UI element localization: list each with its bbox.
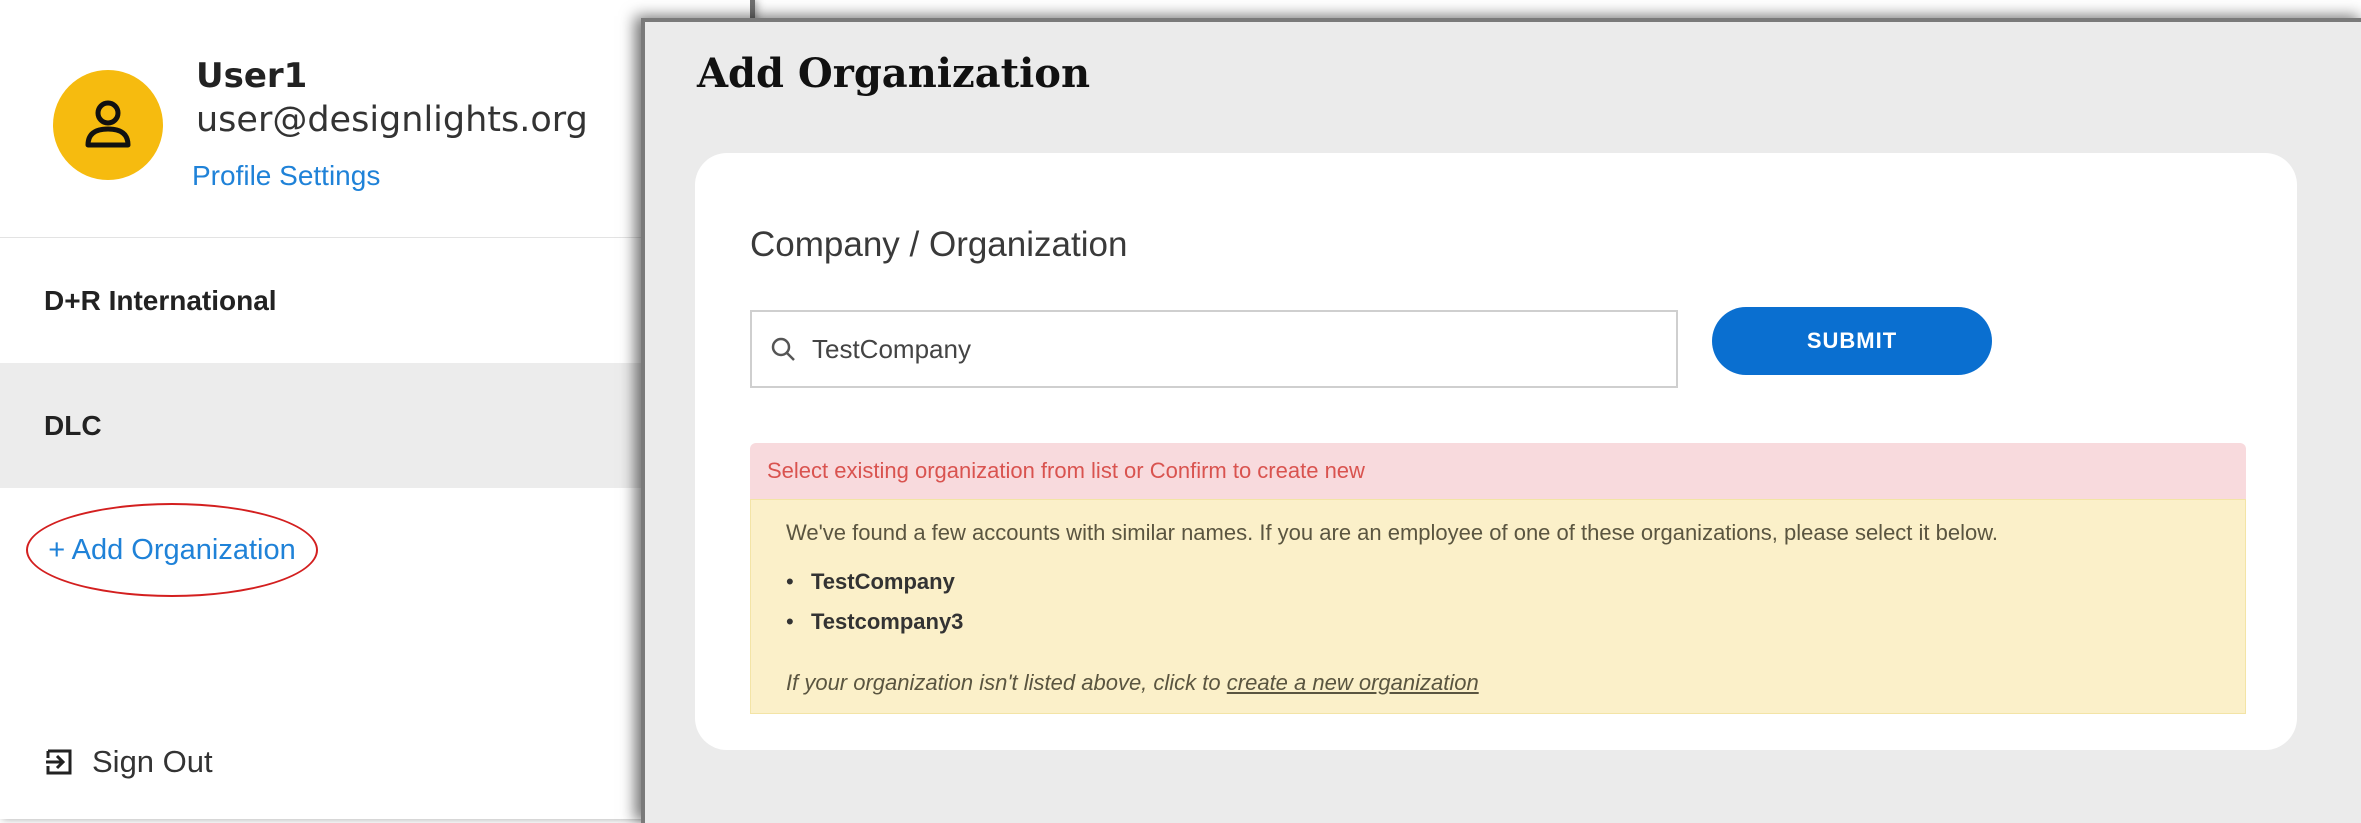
- company-search-input[interactable]: [810, 332, 1634, 366]
- error-message: Select existing organization from list o…: [767, 458, 1365, 483]
- suggestion-alert: We've found a few accounts with similar …: [750, 499, 2246, 714]
- company-field-label: Company / Organization: [750, 225, 1128, 264]
- user-email: user@designlights.org: [196, 100, 588, 140]
- suggestion-item[interactable]: • TestCompany: [786, 562, 963, 602]
- error-alert: Select existing organization from list o…: [750, 443, 2246, 499]
- sidebar-item-label: DLC: [44, 409, 102, 441]
- create-new-organization-link[interactable]: create a new organization: [1227, 670, 1479, 695]
- suggestion-item[interactable]: • Testcompany3: [786, 602, 963, 642]
- avatar: [53, 70, 163, 180]
- suggestion-label: TestCompany: [811, 569, 955, 594]
- company-search-field[interactable]: [750, 310, 1678, 388]
- user-profile-block: User1 user@designlights.org Profile Sett…: [0, 0, 750, 239]
- add-organization-label: + Add Organization: [48, 533, 296, 566]
- sidebar-item-label: D+R International: [44, 284, 277, 316]
- sign-out-icon: [46, 749, 72, 775]
- page-title: Add Organization: [697, 50, 1091, 97]
- user-icon: [85, 100, 131, 148]
- user-name: User1: [196, 56, 308, 96]
- warning-message: We've found a few accounts with similar …: [786, 520, 1999, 545]
- sign-out-label: Sign Out: [92, 744, 213, 779]
- suggestion-list: • TestCompany • Testcompany3: [786, 562, 963, 642]
- create-prefix-text: If your organization isn't listed above,…: [786, 670, 1221, 695]
- add-organization-panel: Add Organization Company / Organization …: [641, 18, 2361, 823]
- submit-button[interactable]: SUBMIT: [1712, 307, 1992, 375]
- add-organization-link[interactable]: + Add Organization: [26, 503, 318, 597]
- profile-settings-link[interactable]: Profile Settings: [192, 160, 380, 192]
- organization-form-card: Company / Organization SUBMIT Select exi…: [695, 153, 2297, 750]
- sign-out-button[interactable]: Sign Out: [44, 744, 213, 780]
- search-icon: [770, 336, 796, 362]
- sidebar-item-dr-international[interactable]: D+R International: [0, 238, 750, 363]
- create-new-line: If your organization isn't listed above,…: [786, 670, 1479, 696]
- sidebar-item-dlc[interactable]: DLC: [0, 363, 750, 488]
- suggestion-label: Testcompany3: [811, 609, 964, 634]
